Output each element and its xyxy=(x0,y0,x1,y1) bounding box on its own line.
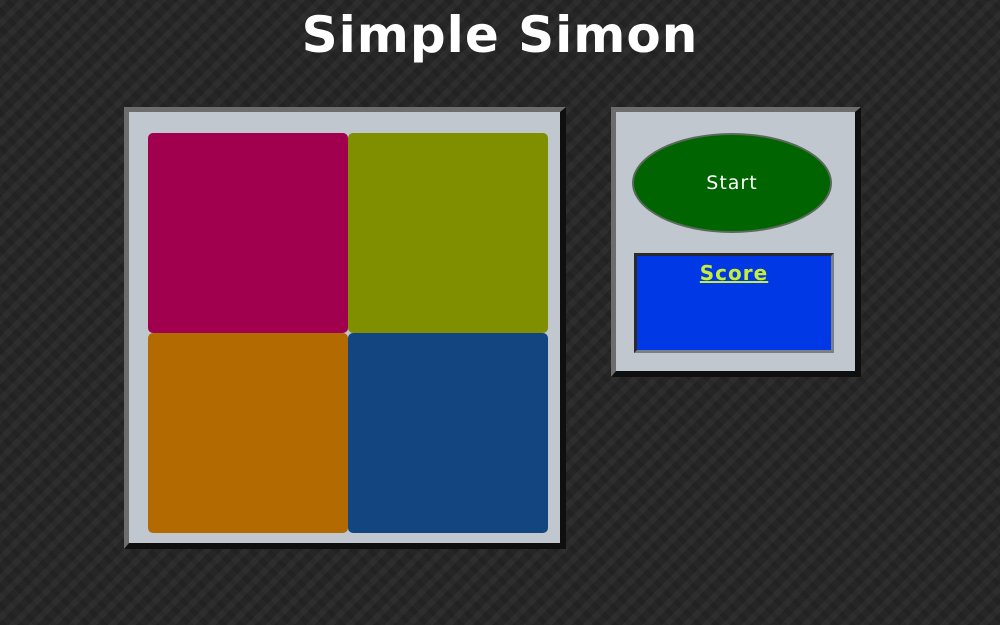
score-box: Score xyxy=(634,253,834,353)
game-board xyxy=(124,107,566,549)
score-label: Score xyxy=(699,261,769,285)
pad-top-left[interactable] xyxy=(148,133,348,333)
pad-bottom-left[interactable] xyxy=(148,333,348,533)
page: { "title": "Simple Simon", "board": { "p… xyxy=(0,0,1000,625)
pad-top-right[interactable] xyxy=(348,133,548,333)
page-title: Simple Simon xyxy=(301,6,699,64)
control-panel: Start Score xyxy=(611,107,861,377)
start-button[interactable]: Start xyxy=(632,133,832,233)
pad-bottom-right[interactable] xyxy=(348,333,548,533)
